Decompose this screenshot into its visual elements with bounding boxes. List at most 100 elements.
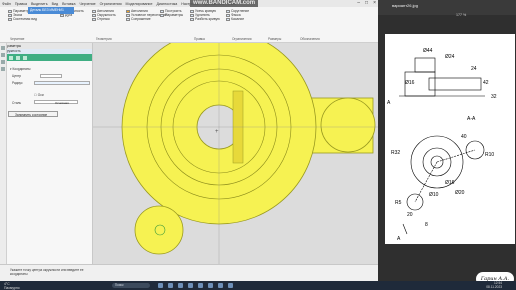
- center-field[interactable]: [40, 74, 62, 78]
- drawing-svg: Ø44 Ø24 Ø16 42 32 24 R32 R10 40 Ø16 20 8…: [387, 48, 497, 242]
- center-label: Центр: [12, 74, 22, 78]
- ribbon-group-build: Построить Параметры: [160, 9, 183, 17]
- cancel-icon[interactable]: [9, 55, 13, 60]
- help-icon[interactable]: [23, 55, 27, 60]
- menu-item-constraints[interactable]: Ограничения: [100, 2, 122, 6]
- dim-label: Ø16: [445, 180, 455, 186]
- app-icon[interactable]: [197, 283, 203, 288]
- menu-item-draw[interactable]: Черчение: [79, 2, 95, 6]
- style-label: Стиль: [12, 101, 22, 105]
- panel-toolbar: [0, 54, 92, 61]
- window-controls: – □ ×: [357, 0, 376, 7]
- kompas-window: Файл Правка Выделить Вид Вставка Черчени…: [0, 0, 378, 281]
- dim-label: 42: [483, 80, 489, 86]
- dim-label: Ø10: [429, 192, 439, 198]
- dim-label: 40: [461, 134, 467, 140]
- dim-label: Ø24: [445, 54, 455, 60]
- ribbon-label: Правка: [194, 37, 205, 41]
- reference-drawing: Ø44 Ø24 Ø16 42 32 24 R32 R10 40 Ø16 20 8…: [385, 34, 515, 244]
- ribbon-item[interactable]: Сопряжение: [126, 17, 167, 21]
- ribbon-item[interactable]: Параметры: [160, 13, 183, 17]
- part-body: [121, 29, 376, 255]
- viewer-zoom: 177 %: [456, 13, 467, 17]
- dim-label: 8: [425, 222, 428, 228]
- app-icon[interactable]: [157, 283, 163, 288]
- menu-item-select[interactable]: Выделить: [31, 2, 48, 6]
- dim-label: A-A: [467, 116, 476, 122]
- radius-field[interactable]: [34, 81, 90, 85]
- radius-label: Радиус: [12, 81, 23, 85]
- menu-item-file[interactable]: Файл: [2, 2, 11, 6]
- origin-marker: +: [215, 129, 219, 135]
- tool-icon[interactable]: [1, 46, 5, 50]
- parameters-panel: Параметры Окружность ▾ Координаты Центр …: [0, 43, 93, 281]
- menu-bar: Файл Правка Выделить Вид Вставка Черчени…: [0, 0, 378, 7]
- app-icon[interactable]: [217, 283, 223, 288]
- dim-label: 24: [471, 66, 477, 72]
- app-icon[interactable]: [227, 283, 233, 288]
- part-lug-right: [320, 97, 376, 153]
- status-bar: Укажите точку центра окружности или введ…: [0, 264, 378, 281]
- tool-icon[interactable]: [1, 60, 5, 64]
- ribbon-label: Геометрия: [96, 37, 112, 41]
- dim-label: Ø44: [423, 48, 433, 54]
- ribbon-group-edit: Усечь кривую Удлинить Разбить кривую: [190, 9, 220, 22]
- part-sketch: +: [93, 29, 378, 281]
- drawing-shape: [414, 57, 436, 73]
- weather-desc: Пасмурно: [4, 285, 20, 290]
- search-box[interactable]: Поиск: [111, 283, 150, 288]
- remember-state-button[interactable]: Запомнить состояние: [8, 111, 58, 117]
- ribbon-label: Обозначения: [300, 37, 320, 41]
- maximize-icon[interactable]: □: [365, 0, 368, 7]
- pin-icon[interactable]: [16, 55, 20, 60]
- app-icon[interactable]: [177, 283, 183, 288]
- section-coordinates[interactable]: ▾ Координаты: [10, 67, 30, 71]
- axes-checkbox[interactable]: ☐ Оси: [34, 93, 44, 97]
- dim-label: A: [397, 236, 401, 242]
- app-icon[interactable]: [187, 283, 193, 288]
- dim-label: R10: [485, 152, 494, 158]
- close-icon[interactable]: ×: [373, 0, 376, 7]
- style-value: Основная: [55, 101, 69, 105]
- ribbon-item[interactable]: Касание: [226, 17, 249, 21]
- drawing-line: [402, 223, 408, 235]
- viewer-title: вариант26.jpg: [392, 3, 418, 8]
- ribbon-label: Ограничения: [232, 37, 252, 41]
- status-text: Укажите точку центра окружности или введ…: [10, 268, 84, 276]
- model-viewport[interactable]: +: [93, 29, 378, 281]
- tool-icon[interactable]: [1, 53, 5, 57]
- document-tab[interactable]: Деталь БЕЗ ИМЕНИ1: [28, 7, 74, 14]
- weather-widget[interactable]: 4°C Пасмурно: [4, 282, 20, 290]
- clock[interactable]: 12:54 08.11.2023: [486, 281, 502, 289]
- menu-item-view[interactable]: Вид: [52, 2, 59, 6]
- ribbon-item[interactable]: Отрезок: [92, 17, 116, 21]
- app-icon[interactable]: [167, 283, 173, 288]
- dim-label: R32: [391, 150, 400, 156]
- dim-label: Ø20: [455, 190, 465, 196]
- app-icon[interactable]: [207, 283, 213, 288]
- menu-item-insert[interactable]: Вставка: [62, 2, 75, 6]
- ribbon-item[interactable]: Системная вид: [8, 17, 52, 21]
- ribbon-item[interactable]: Разбить кривую: [190, 17, 220, 21]
- ribbon-label: Размеры: [268, 37, 282, 41]
- dim-label: R5: [395, 200, 402, 206]
- tool-icon[interactable]: [1, 67, 5, 71]
- dim-label: A: [387, 100, 391, 106]
- drawing-shape: [428, 77, 482, 91]
- taskbar-apps: [157, 283, 233, 288]
- minimize-icon[interactable]: –: [357, 0, 360, 7]
- menu-item-modeling[interactable]: Моделирование: [126, 2, 153, 6]
- dim-label: 20: [407, 212, 413, 218]
- ribbon-group-geometry: Автолиния Окружность Отрезок: [92, 9, 116, 22]
- part-lug-bottom: [134, 205, 184, 255]
- menu-item-edit[interactable]: Правка: [15, 2, 27, 6]
- clock-date: 08.11.2023: [486, 284, 502, 289]
- style-select[interactable]: Основная: [34, 100, 78, 105]
- dim-label: Ø16: [405, 80, 415, 86]
- ribbon-label: Черчение: [10, 37, 25, 41]
- menu-item-diagnostics[interactable]: Диагностика: [156, 2, 177, 6]
- dim-label: 32: [491, 94, 497, 100]
- taskbar: 4°C Пасмурно Поиск 12:54 08.11.2023: [0, 281, 516, 290]
- watermark: www.BANDICAM.com: [190, 0, 259, 7]
- left-toolbar: [0, 43, 7, 281]
